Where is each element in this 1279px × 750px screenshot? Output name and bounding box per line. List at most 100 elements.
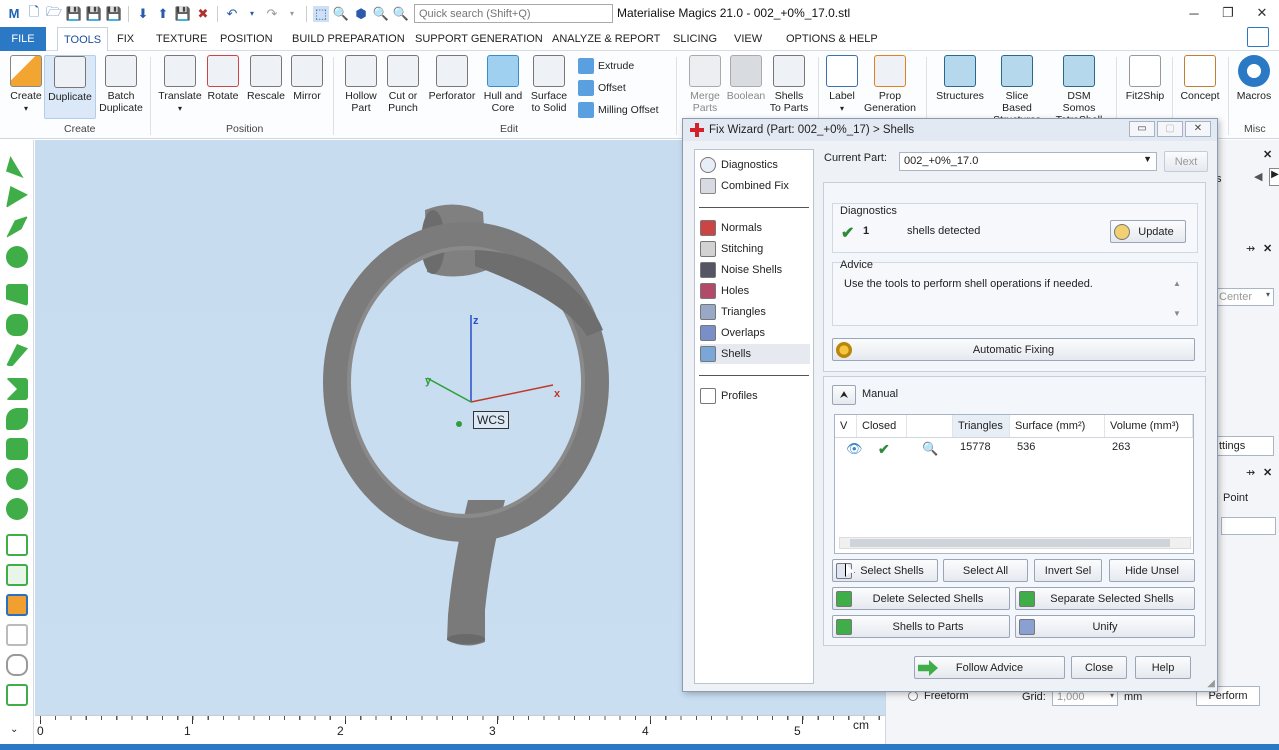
offset-button[interactable]: Offset — [578, 80, 626, 96]
new-file-icon[interactable]: 🗋 — [26, 4, 42, 22]
point-input[interactable] — [1221, 517, 1276, 535]
translate-button[interactable]: Translate ▾ — [158, 55, 202, 115]
dialog-minimize-button[interactable]: ▭ — [1129, 121, 1155, 137]
select-mode-icon[interactable]: ⬚ — [313, 5, 329, 22]
rotate-button[interactable]: Rotate — [204, 55, 242, 102]
undo-dropdown-icon[interactable]: ▾ — [244, 6, 260, 22]
col-header-visible[interactable]: V — [835, 415, 857, 437]
mark-brush-tool-icon[interactable] — [6, 408, 28, 430]
label-button[interactable]: Label ▾ — [823, 55, 861, 115]
save-all-icon[interactable]: 💾 — [106, 6, 122, 22]
zoom-out-icon[interactable]: 🔍 — [393, 6, 409, 22]
nav-item-diagnostics[interactable]: Diagnostics — [700, 155, 810, 175]
col-header-triangles[interactable]: Triangles — [953, 415, 1010, 437]
cube-hidden-tool-icon[interactable] — [6, 624, 28, 646]
nav-item-combined-fix[interactable]: Combined Fix — [700, 176, 810, 196]
mark-wheel-tool-icon[interactable] — [6, 468, 28, 490]
mark-rectangle-tool-icon[interactable] — [6, 284, 28, 306]
next-button[interactable]: Next — [1164, 151, 1208, 172]
minimize-button[interactable]: ─ — [1177, 0, 1211, 26]
hollow-part-button[interactable]: Hollow Part — [340, 55, 382, 114]
cube-unmark-tool-icon[interactable] — [6, 684, 28, 706]
select-all-button[interactable]: Select All — [943, 559, 1028, 582]
collapse-button[interactable]: ⮝ — [832, 385, 856, 405]
tab-position[interactable]: POSITION — [214, 27, 279, 51]
macros-button[interactable]: Macros — [1233, 55, 1275, 102]
merge-parts-button[interactable]: Merge Parts — [684, 55, 726, 114]
help-button[interactable]: Help — [1135, 656, 1191, 679]
dialog-close-button[interactable]: ✕ — [1185, 121, 1211, 137]
save-part-icon[interactable]: 💾 — [175, 6, 191, 22]
cube-view-icon[interactable]: ⬢ — [353, 6, 369, 22]
create-button[interactable]: Create ▾ — [5, 55, 47, 115]
tab-slicing[interactable]: SLICING — [667, 27, 723, 51]
milling-offset-button[interactable]: Milling Offset — [578, 102, 659, 118]
shells-to-parts-button[interactable]: Shells to Parts — [832, 615, 1010, 638]
quick-search-input[interactable] — [414, 4, 613, 23]
maximize-button[interactable]: ❐ — [1211, 0, 1245, 26]
delete-selected-shells-button[interactable]: Delete Selected Shells — [832, 587, 1010, 610]
tab-texture[interactable]: TEXTURE — [150, 27, 213, 51]
batch-duplicate-button[interactable]: Batch Duplicate — [98, 55, 144, 114]
tab-view[interactable]: VIEW — [728, 27, 768, 51]
select-shell-tool-icon[interactable] — [6, 246, 28, 268]
nav-item-holes[interactable]: Holes — [700, 281, 810, 301]
scroll-down-icon[interactable]: ▼ — [1173, 309, 1181, 318]
tab-file[interactable]: FILE — [0, 27, 46, 51]
nav-item-stitching[interactable]: Stitching — [700, 239, 810, 259]
current-part-select[interactable]: 002_+0%_17.0 ▼ — [899, 152, 1157, 171]
settings-button[interactable]: ttings — [1216, 436, 1274, 456]
panel-next-icon[interactable]: ▶ — [1269, 168, 1279, 186]
alignment-select[interactable]: Center ▾ — [1216, 288, 1274, 306]
col-header-tools[interactable] — [907, 415, 953, 437]
dialog-maximize-button[interactable]: ▢ — [1157, 121, 1183, 137]
automatic-fixing-button[interactable]: Automatic Fixing — [832, 338, 1195, 361]
horizontal-scrollbar[interactable] — [839, 537, 1191, 549]
hide-unsel-button[interactable]: Hide Unsel — [1109, 559, 1195, 582]
save-as-icon[interactable]: 💾 — [86, 6, 102, 22]
invert-sel-button[interactable]: Invert Sel — [1034, 559, 1102, 582]
nav-item-noise-shells[interactable]: Noise Shells — [700, 260, 810, 280]
tab-tools[interactable]: TOOLS — [57, 27, 109, 52]
nav-item-triangles[interactable]: Triangles — [700, 302, 810, 322]
mark-lasso-tool-icon[interactable] — [6, 314, 28, 336]
export-icon[interactable]: ⬆ — [155, 6, 171, 22]
eye-icon[interactable]: 👁 — [841, 441, 863, 459]
nav-item-shells[interactable]: Shells — [700, 344, 810, 364]
follow-advice-button[interactable]: Follow Advice — [914, 656, 1065, 679]
mark-sector-tool-icon[interactable] — [6, 498, 28, 520]
save-icon[interactable]: 💾 — [66, 6, 82, 22]
prop-generation-button[interactable]: Prop Generation — [864, 55, 916, 114]
surface-to-solid-button[interactable]: Surface to Solid — [528, 55, 570, 114]
rescale-button[interactable]: Rescale — [245, 55, 287, 102]
nav-item-overlaps[interactable]: Overlaps — [700, 323, 810, 343]
nav-item-normals[interactable]: Normals — [700, 218, 810, 238]
update-button[interactable]: Update — [1110, 220, 1186, 243]
slice-based-structures-button[interactable]: Slice Based Structures — [990, 55, 1044, 126]
separate-selected-shells-button[interactable]: Separate Selected Shells — [1015, 587, 1195, 610]
select-triangle-tool-icon[interactable] — [6, 156, 24, 178]
boolean-button[interactable]: Boolean — [726, 55, 766, 102]
dialog-title-bar[interactable]: Fix Wizard (Part: 002_+0%_17) > Shells ▭… — [683, 119, 1217, 141]
panel-pin-icon[interactable]: ⇸ — [1246, 466, 1255, 479]
cube-color-tool-icon[interactable] — [6, 594, 28, 616]
layout-icon[interactable] — [1247, 27, 1269, 47]
unify-button[interactable]: Unify — [1015, 615, 1195, 638]
tab-fix[interactable]: FIX — [111, 27, 140, 51]
import-icon[interactable]: ⬇ — [135, 6, 151, 22]
toolbar-expand-icon[interactable]: ⌄ — [10, 724, 18, 735]
fit2ship-button[interactable]: Fit2Ship — [1122, 55, 1168, 102]
redo-dropdown-icon[interactable]: ▾ — [284, 6, 300, 22]
col-header-surface[interactable]: Surface (mm²) — [1010, 415, 1105, 437]
shells-to-parts-ribbon-button[interactable]: Shells To Parts — [768, 55, 810, 114]
mark-curve-tool-icon[interactable] — [6, 344, 28, 366]
dsm-somos-tetrashell-button[interactable]: DSM Somos TetraShell — [1050, 55, 1108, 126]
tab-support-generation[interactable]: SUPPORT GENERATION — [409, 27, 549, 51]
close-button[interactable]: ✕ — [1245, 0, 1279, 26]
unload-part-icon[interactable]: ✖ — [195, 6, 211, 22]
panel-pin-icon[interactable]: ⇸ — [1246, 242, 1255, 255]
extrude-button[interactable]: Extrude — [578, 58, 634, 74]
cut-or-punch-button[interactable]: Cut or Punch — [384, 55, 422, 114]
panel-close-icon[interactable]: ✕ — [1263, 242, 1272, 255]
tab-options-help[interactable]: OPTIONS & HELP — [780, 27, 884, 51]
